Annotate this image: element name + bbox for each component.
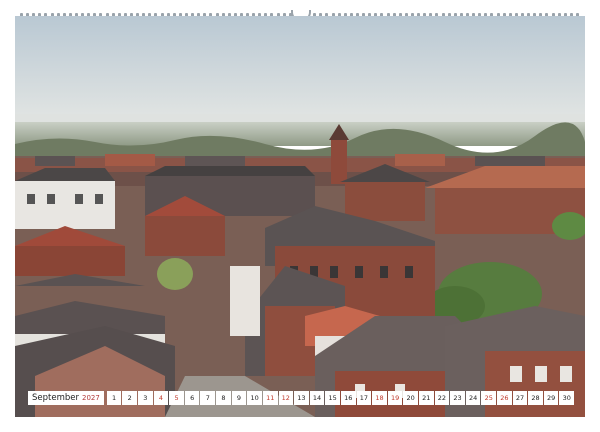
day-cell: 27: [512, 391, 528, 405]
day-cell: 22: [434, 391, 450, 405]
day-cell: 13: [294, 391, 309, 405]
day-cell: 7: [200, 391, 216, 405]
day-cell: 20: [403, 391, 418, 405]
left-houses: [15, 168, 115, 229]
day-cell: 12: [278, 391, 294, 405]
day-cell: 15: [325, 391, 340, 405]
day-cell: 9: [231, 391, 247, 405]
day-cell: 17: [356, 391, 372, 405]
day-cell: 16: [340, 391, 356, 405]
calendar-strip: September 2027 1 2 3 4 5 6 7 8 9 10 11 12 13 14 15 16 17 1…: [28, 390, 575, 406]
day-cells: 1 2 3 4 5 6 7 8 9 10 11 12 13 14 15 16 17 18 19 20 21 22 23 24 2…: [106, 391, 575, 405]
day-cell: 28: [528, 391, 543, 405]
flat-land: [15, 122, 585, 146]
calendar-photo: [15, 16, 585, 417]
day-cell: 18: [372, 391, 387, 405]
day-cell: 6: [184, 391, 200, 405]
day-cell: 8: [216, 391, 231, 405]
day-cell: 23: [450, 391, 465, 405]
day-cell: 30: [559, 391, 575, 405]
day-cell: 26: [497, 391, 512, 405]
day-cell: 10: [247, 391, 262, 405]
month-name: September: [32, 393, 79, 403]
day-cell: 29: [543, 391, 559, 405]
day-cell: 11: [262, 391, 278, 405]
year-label: 2027: [81, 394, 100, 402]
month-label: September 2027: [28, 391, 104, 405]
day-cell: 1: [106, 391, 122, 405]
day-cell: 21: [419, 391, 434, 405]
day-cell: 4: [153, 391, 169, 405]
day-cell: 14: [309, 391, 325, 405]
sky: [15, 16, 585, 121]
day-cell: 19: [387, 391, 403, 405]
day-cell: 24: [465, 391, 481, 405]
day-cell: 25: [481, 391, 497, 405]
day-cell: 3: [138, 391, 153, 405]
day-cell: 2: [122, 391, 138, 405]
day-cell: 5: [169, 391, 184, 405]
